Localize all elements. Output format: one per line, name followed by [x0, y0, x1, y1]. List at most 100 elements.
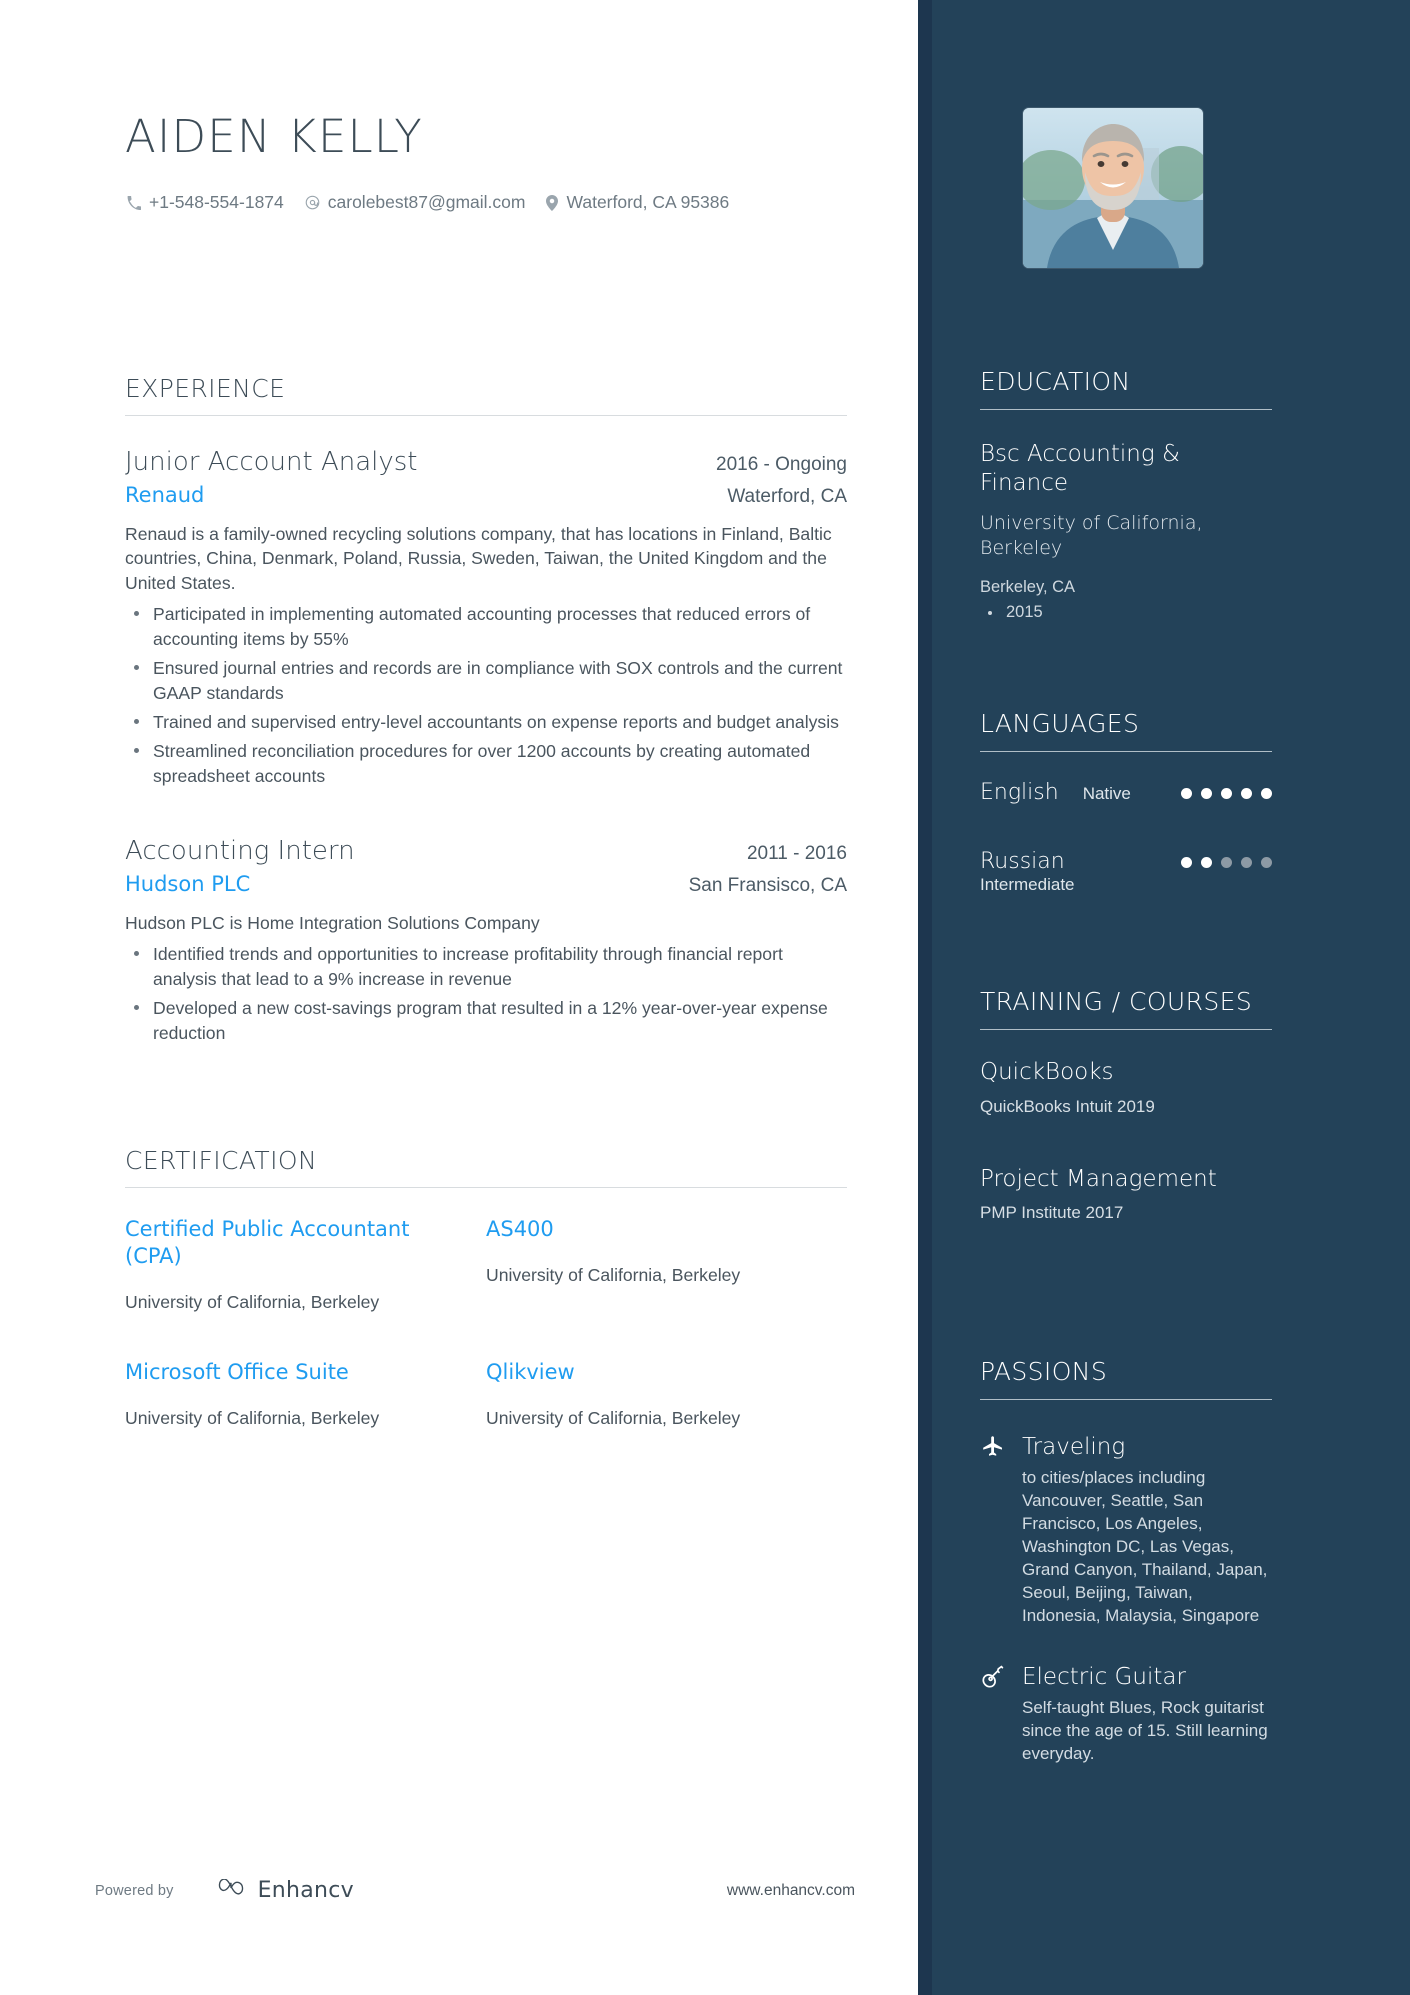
rating-dot — [1181, 787, 1192, 799]
job-location: Waterford, CA — [727, 485, 847, 507]
page-title: AIDEN KELLY — [125, 110, 423, 163]
job-date: 2016 - Ongoing — [716, 454, 847, 475]
job-date: 2011 - 2016 — [746, 843, 847, 865]
sidebar-column: EDUCATION Bsc Accounting & Finance Unive… — [918, 0, 1410, 1995]
passion-title: Traveling — [1022, 1433, 1126, 1460]
resume-page: AIDEN KELLY +1-548-554-1874 carolebest87… — [0, 0, 1410, 1995]
experience-item: Accounting Intern 2011 - 2016 Hudson PLC… — [125, 835, 847, 1045]
education-heading: EDUCATION — [980, 367, 1131, 396]
rating-dot — [1201, 787, 1212, 799]
rating-dot — [1201, 856, 1212, 868]
page-footer: Powered by Enhancv www.enhancv.com — [95, 1878, 855, 1903]
contact-phone-text: +1-548-554-1874 — [149, 192, 284, 212]
certification-org: University of California, Berkeley — [125, 1291, 380, 1312]
education-year: 2015 — [980, 603, 1272, 622]
training-name: QuickBooks — [980, 1058, 1114, 1085]
education-section: EDUCATION Bsc Accounting & Finance Unive… — [980, 367, 1272, 622]
passion-item: Electric Guitar Self-taught Blues, Rock … — [980, 1664, 1272, 1765]
certification-item: Qlikview University of California, Berke… — [486, 1359, 847, 1429]
training-heading: TRAINING / COURSES — [980, 987, 1253, 1016]
job-bullet: Identified trends and opportunities to i… — [125, 942, 847, 992]
airplane-icon — [980, 1435, 1006, 1459]
contact-phone: +1-548-554-1874 — [127, 192, 284, 213]
brand-name: Enhancv — [257, 1878, 355, 1903]
certification-org: University of California, Berkeley — [125, 1407, 380, 1428]
language-rating — [1181, 856, 1272, 868]
education-degree: Bsc Accounting & Finance — [980, 440, 1180, 497]
rating-dot — [1261, 787, 1272, 799]
contact-location: Waterford, CA 95386 — [546, 192, 729, 213]
certification-org: University of California, Berkeley — [486, 1407, 741, 1428]
experience-divider — [125, 415, 847, 416]
certification-divider — [125, 1187, 847, 1188]
certification-item: Certified Public Accountant (CPA) Univer… — [125, 1216, 486, 1313]
experience-section: EXPERIENCE Junior Account Analyst 2016 -… — [125, 374, 847, 1046]
job-location: San Fransisco, CA — [688, 874, 847, 896]
training-name: Project Management — [980, 1165, 1217, 1192]
job-bullet: Trained and supervised entry-level accou… — [125, 710, 847, 735]
language-name: English — [980, 779, 1059, 805]
languages-section: LANGUAGES English Native Russian Interme… — [980, 709, 1272, 895]
training-item: QuickBooks QuickBooks Intuit 2019 — [980, 1058, 1272, 1117]
training-org: PMP Institute 2017 — [980, 1203, 1124, 1223]
certification-grid: Certified Public Accountant (CPA) Univer… — [125, 1216, 847, 1475]
rating-dot — [1241, 856, 1252, 868]
certification-section: CERTIFICATION Certified Public Accountan… — [125, 1146, 847, 1475]
guitar-icon — [980, 1664, 1006, 1689]
education-divider — [980, 408, 1272, 410]
training-section: TRAINING / COURSES QuickBooks QuickBooks… — [980, 987, 1272, 1224]
passion-title: Electric Guitar — [1022, 1663, 1186, 1690]
contact-email: carolebest87@gmail.com — [305, 192, 526, 213]
brand-logo: Enhancv — [214, 1878, 354, 1903]
job-bullet: Participated in implementing automated a… — [125, 602, 847, 652]
job-title: Accounting Intern — [125, 836, 355, 867]
certification-org: University of California, Berkeley — [486, 1264, 741, 1285]
avatar — [1023, 108, 1203, 268]
certification-item: Microsoft Office Suite University of Cal… — [125, 1359, 486, 1429]
training-item: Project Management PMP Institute 2017 — [980, 1165, 1272, 1224]
language-name: Russian — [980, 848, 1065, 874]
passions-divider — [980, 1398, 1272, 1400]
language-rating — [1181, 787, 1272, 799]
rating-dot — [1221, 787, 1232, 799]
language-item: Russian Intermediate — [980, 849, 1272, 895]
rating-dot — [1221, 856, 1232, 868]
language-item: English Native — [980, 780, 1272, 805]
language-level: Intermediate — [980, 874, 1075, 894]
passion-item: Traveling to cities/places including Van… — [980, 1434, 1272, 1628]
contact-email-text: carolebest87@gmail.com — [327, 192, 526, 212]
contact-location-text: Waterford, CA 95386 — [566, 192, 730, 212]
training-org: QuickBooks Intuit 2019 — [980, 1096, 1155, 1116]
job-bullets: Participated in implementing automated a… — [125, 602, 847, 789]
rating-dot — [1241, 787, 1252, 799]
certification-name[interactable]: Microsoft Office Suite — [125, 1359, 458, 1386]
job-title: Junior Account Analyst — [125, 447, 418, 477]
location-pin-icon — [546, 194, 559, 211]
rating-dot — [1181, 856, 1192, 868]
education-years: 2015 — [980, 603, 1272, 622]
passions-heading: PASSIONS — [980, 1357, 1108, 1386]
job-company[interactable]: Hudson PLC — [125, 872, 250, 896]
education-school: University of California, Berkeley — [980, 511, 1203, 560]
languages-heading: LANGUAGES — [980, 709, 1140, 738]
certification-name[interactable]: AS400 — [486, 1216, 819, 1243]
experience-item: Junior Account Analyst 2016 - Ongoing Re… — [125, 446, 847, 789]
job-description: Renaud is a family-owned recycling solut… — [125, 523, 832, 594]
main-column: AIDEN KELLY +1-548-554-1874 carolebest87… — [0, 0, 918, 1995]
certification-heading: CERTIFICATION — [125, 1146, 318, 1175]
languages-divider — [980, 750, 1272, 752]
training-divider — [980, 1028, 1272, 1030]
passion-description: to cities/places including Vancouver, Se… — [1022, 1467, 1268, 1626]
website-url[interactable]: www.enhancv.com — [727, 1882, 855, 1900]
rating-dot — [1261, 856, 1272, 868]
certification-item: AS400 University of California, Berkeley — [486, 1216, 847, 1313]
job-company[interactable]: Renaud — [125, 483, 204, 507]
contact-row: +1-548-554-1874 carolebest87@gmail.com W… — [127, 192, 743, 213]
job-description: Hudson PLC is Home Integration Solutions… — [125, 912, 540, 933]
experience-heading: EXPERIENCE — [125, 374, 286, 403]
language-level: Native — [1082, 783, 1131, 803]
certification-name[interactable]: Certified Public Accountant (CPA) — [125, 1216, 458, 1270]
phone-icon — [127, 195, 141, 210]
certification-name[interactable]: Qlikview — [486, 1359, 819, 1386]
powered-by-label: Powered by — [95, 1882, 174, 1899]
